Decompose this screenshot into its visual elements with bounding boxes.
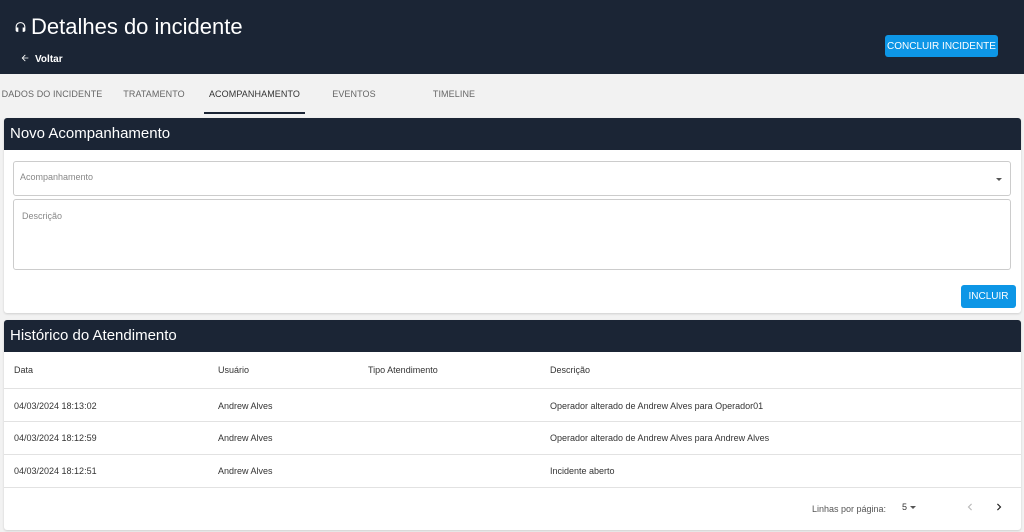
- page-title: Detalhes do incidente: [14, 14, 243, 40]
- active-tab-indicator: [204, 112, 305, 114]
- rows-per-page-value: 5: [902, 502, 908, 512]
- chevron-right-icon: [997, 503, 1002, 511]
- row-divider: [4, 454, 1021, 455]
- follow-up-type-placeholder: Acompanhamento: [20, 172, 94, 182]
- cell-descricao: Operador alterado de Andrew Alves para O…: [550, 401, 764, 411]
- chevron-down-icon: [910, 505, 917, 509]
- cell-data: 04/03/2024 18:12:51: [14, 466, 97, 476]
- service-history-title: Histórico do Atendimento: [4, 320, 1021, 352]
- tab-dados-do-incidente[interactable]: DADOS DO INCIDENTE: [0, 74, 104, 114]
- arrow-left-icon: [20, 53, 30, 66]
- new-follow-up-card: Novo Acompanhamento Acompanhamento INCLU…: [4, 118, 1021, 313]
- rows-per-page-select[interactable]: 5: [902, 502, 917, 512]
- cell-descricao: Incidente aberto: [550, 466, 615, 476]
- column-header-data[interactable]: Data: [14, 365, 33, 375]
- rows-per-page-label: Linhas por página:: [812, 504, 887, 514]
- include-button[interactable]: INCLUIR: [961, 285, 1016, 308]
- description-textarea[interactable]: [13, 199, 1011, 270]
- tab-timeline[interactable]: TIMELINE: [414, 74, 494, 114]
- tab-acompanhamento[interactable]: ACOMPANHAMENTO: [204, 74, 305, 114]
- header-divider: [4, 388, 1021, 389]
- previous-page-button[interactable]: [963, 500, 977, 514]
- cell-usuario: Andrew Alves: [218, 433, 273, 443]
- column-header-tipo-atendimento[interactable]: Tipo Atendimento: [368, 365, 438, 375]
- service-history-card: Histórico do Atendimento Data Usuário Ti…: [4, 320, 1021, 530]
- cell-usuario: Andrew Alves: [218, 401, 273, 411]
- new-follow-up-title: Novo Acompanhamento: [4, 118, 1021, 150]
- cell-usuario: Andrew Alves: [218, 466, 273, 476]
- back-link-label: Voltar: [35, 54, 63, 65]
- conclude-incident-button[interactable]: CONCLUIR INCIDENTE: [885, 35, 998, 57]
- cell-data: 04/03/2024 18:13:02: [14, 401, 97, 411]
- column-header-usuario[interactable]: Usuário: [218, 365, 249, 375]
- cell-data: 04/03/2024 18:12:59: [14, 433, 97, 443]
- follow-up-type-select[interactable]: Acompanhamento: [13, 161, 1011, 196]
- chevron-down-icon: [996, 178, 1002, 181]
- row-divider: [4, 421, 1021, 422]
- next-page-button[interactable]: [992, 500, 1006, 514]
- headset-icon: [14, 14, 27, 40]
- tab-tratamento[interactable]: TRATAMENTO: [112, 74, 196, 114]
- tab-eventos[interactable]: EVENTOS: [314, 74, 394, 114]
- back-link[interactable]: Voltar: [20, 53, 63, 66]
- tab-bar: DADOS DO INCIDENTE TRATAMENTO ACOMPANHAM…: [0, 74, 1024, 116]
- column-header-descricao[interactable]: Descrição: [550, 365, 590, 375]
- row-divider: [4, 487, 1021, 488]
- cell-descricao: Operador alterado de Andrew Alves para A…: [550, 433, 770, 443]
- chevron-left-icon: [967, 503, 972, 511]
- top-header-bar: Detalhes do incidente Voltar CONCLUIR IN…: [0, 0, 1024, 74]
- page-title-text: Detalhes do incidente: [31, 14, 243, 39]
